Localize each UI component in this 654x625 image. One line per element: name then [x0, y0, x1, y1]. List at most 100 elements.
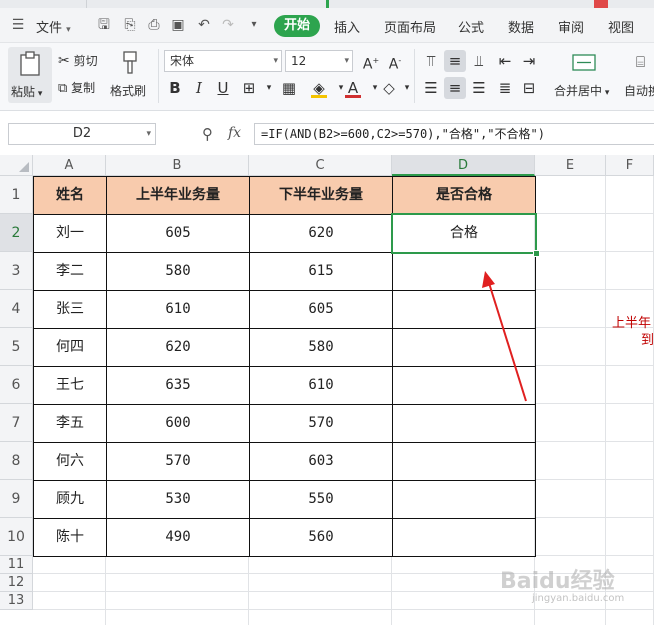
table-cell[interactable]: 李五 [33, 404, 107, 443]
row-header-1[interactable]: 1 [0, 176, 33, 214]
customize-dropdown-icon[interactable]: ▾ [246, 17, 262, 33]
export-icon[interactable]: ⎘ [122, 17, 138, 33]
table-cell[interactable]: 530 [106, 480, 250, 519]
increase-font-icon[interactable]: A+ [360, 50, 382, 73]
font-color-icon[interactable]: A [342, 77, 364, 99]
table-cell[interactable]: 陈十 [33, 518, 107, 557]
table-cell[interactable]: 620 [249, 214, 393, 253]
table-cell[interactable]: 635 [106, 366, 250, 405]
table-cell[interactable]: 603 [249, 442, 393, 481]
zoom-search-icon[interactable]: ⚲ [202, 125, 213, 143]
autowrap-button[interactable]: ⌸ 自动换 [622, 49, 654, 103]
menu-data[interactable]: 数据 [508, 17, 534, 36]
table-cell[interactable]: 何四 [33, 328, 107, 367]
align-center-icon[interactable]: ≡ [444, 77, 466, 99]
decrease-font-icon[interactable]: A- [384, 50, 406, 73]
active-cell[interactable]: 合格 [392, 214, 536, 253]
format-painter-button[interactable]: 格式刷 [108, 49, 152, 103]
table-cell[interactable] [392, 366, 536, 405]
tab-doc-4[interactable] [594, 0, 608, 8]
table-cell[interactable]: 刘一 [33, 214, 107, 253]
column-header-c[interactable]: C [249, 155, 392, 176]
tab-doc-2[interactable] [86, 0, 307, 8]
table-cell[interactable]: 610 [106, 290, 250, 329]
menu-review[interactable]: 审阅 [558, 17, 584, 36]
table-cell[interactable]: 600 [106, 404, 250, 443]
table-cell[interactable]: 580 [106, 252, 250, 291]
fill-handle[interactable] [533, 250, 540, 257]
table-cell[interactable]: 620 [106, 328, 250, 367]
column-header-b[interactable]: B [106, 155, 249, 176]
undo-icon[interactable]: ↶ [196, 17, 212, 33]
name-box[interactable]: D2 ▾ [8, 123, 156, 145]
table-cell[interactable] [392, 404, 536, 443]
table-cell[interactable]: 570 [106, 442, 250, 481]
merge-center-button[interactable]: 合并居中 ▾ [550, 49, 620, 103]
menu-formulas[interactable]: 公式 [458, 17, 484, 36]
row-header-4[interactable]: 4 [0, 290, 33, 328]
align-left-icon[interactable]: ☰ [420, 77, 442, 99]
table-cell[interactable]: 570 [249, 404, 393, 443]
distribute-icon[interactable]: ⊟ [518, 77, 540, 99]
table-cell[interactable]: 615 [249, 252, 393, 291]
save-icon[interactable]: 🖫 [96, 17, 112, 33]
header-cell[interactable]: 下半年业务量 [249, 176, 393, 215]
underline-button[interactable]: U [212, 77, 234, 99]
menu-view[interactable]: 视图 [608, 17, 634, 36]
select-all-corner[interactable] [0, 155, 33, 176]
redo-icon[interactable]: ↷ [220, 17, 236, 33]
column-header-d[interactable]: D [392, 155, 535, 176]
row-header-3[interactable]: 3 [0, 252, 33, 290]
row-header-9[interactable]: 9 [0, 480, 33, 518]
row-header-7[interactable]: 7 [0, 404, 33, 442]
header-cell[interactable]: 上半年业务量 [106, 176, 250, 215]
cell-style-icon[interactable]: ▦ [278, 77, 300, 99]
font-size-select[interactable]: 12 ▾ [285, 50, 353, 72]
row-header-5[interactable]: 5 [0, 328, 33, 366]
row-header-8[interactable]: 8 [0, 442, 33, 480]
table-cell[interactable]: 610 [249, 366, 393, 405]
hamburger-icon[interactable]: ☰ [10, 17, 26, 33]
align-bottom-icon[interactable]: ⫫ [468, 50, 490, 72]
menu-file[interactable]: 文件 ▾ [36, 17, 71, 36]
table-cell[interactable] [392, 442, 536, 481]
table-cell[interactable] [392, 328, 536, 367]
row-header-13[interactable]: 13 [0, 592, 33, 610]
table-cell[interactable]: 张三 [33, 290, 107, 329]
fill-color-icon[interactable]: ◈ [308, 77, 330, 99]
table-cell[interactable]: 605 [106, 214, 250, 253]
table-cell[interactable] [392, 518, 536, 557]
tab-doc-3[interactable] [326, 0, 569, 8]
chevron-down-icon[interactable]: ▾ [258, 77, 280, 99]
print-preview-icon[interactable]: ▣ [170, 17, 186, 33]
row-header-10[interactable]: 10 [0, 518, 33, 556]
column-header-f[interactable]: F [606, 155, 654, 176]
tab-active-doc[interactable] [0, 0, 48, 8]
menu-start[interactable]: 开始 [274, 15, 320, 37]
table-cell[interactable]: 605 [249, 290, 393, 329]
table-cell[interactable] [392, 290, 536, 329]
align-middle-icon[interactable]: ≡ [444, 50, 466, 72]
menu-page-layout[interactable]: 页面布局 [384, 17, 436, 36]
header-cell[interactable]: 是否合格 [392, 176, 536, 215]
table-cell[interactable]: 490 [106, 518, 250, 557]
indent-increase-icon[interactable]: ⇥ [518, 50, 540, 72]
italic-button[interactable]: I [188, 77, 210, 99]
table-cell[interactable]: 550 [249, 480, 393, 519]
border-icon[interactable]: ⊞ [238, 77, 260, 99]
table-cell[interactable]: 王七 [33, 366, 107, 405]
menu-insert[interactable]: 插入 [334, 17, 360, 36]
align-right-icon[interactable]: ☰ [468, 77, 490, 99]
paste-button[interactable]: 粘贴 ▾ [8, 47, 52, 103]
row-header-12[interactable]: 12 [0, 574, 33, 592]
table-cell[interactable]: 580 [249, 328, 393, 367]
table-cell[interactable]: 顾九 [33, 480, 107, 519]
print-icon[interactable]: ⎙ [146, 17, 162, 33]
table-cell[interactable] [392, 252, 536, 291]
row-header-6[interactable]: 6 [0, 366, 33, 404]
header-cell[interactable]: 姓名 [33, 176, 107, 215]
formula-input[interactable]: =IF(AND(B2>=600,C2>=570),"合格","不合格") [254, 123, 654, 145]
indent-decrease-icon[interactable]: ⇤ [494, 50, 516, 72]
column-header-e[interactable]: E [535, 155, 606, 176]
table-cell[interactable]: 何六 [33, 442, 107, 481]
